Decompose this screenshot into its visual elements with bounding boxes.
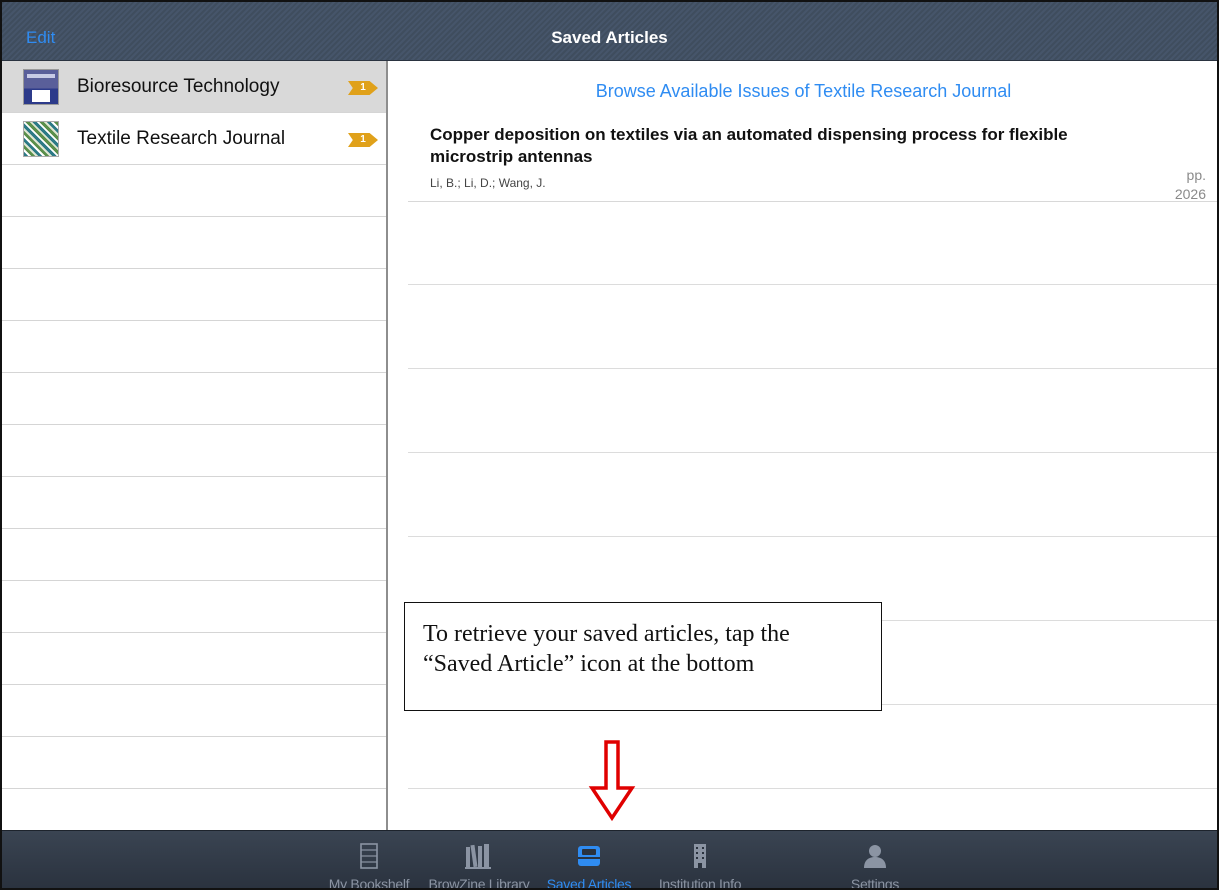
list-separator	[408, 536, 1217, 537]
list-separator	[408, 452, 1217, 453]
tab-browzine-library[interactable]: BrowZine Library	[424, 831, 534, 890]
instruction-callout: To retrieve your saved articles, tap the…	[404, 602, 882, 711]
journal-title: Textile Research Journal	[77, 128, 286, 149]
article-pages-label: pp.	[1186, 167, 1206, 183]
empty-list-row	[2, 217, 386, 269]
tab-label: Institution Info	[658, 876, 742, 890]
tab-my-bookshelf[interactable]: My Bookshelf	[314, 831, 424, 890]
library-icon	[465, 844, 491, 869]
list-separator	[408, 788, 1217, 789]
tab-bar: My Bookshelf BrowZine Library Saved Arti…	[2, 830, 1217, 890]
article-pane: Browse Available Issues of Textile Resea…	[390, 61, 1217, 830]
bookshelf-icon	[360, 843, 378, 869]
nav-bar: Edit Saved Articles	[2, 2, 1217, 61]
empty-list-row	[2, 477, 386, 529]
institution-icon	[694, 844, 706, 868]
article-title: Copper deposition on textiles via an aut…	[430, 125, 1068, 166]
tab-label: My Bookshelf	[328, 876, 410, 890]
app-window: Edit Saved Articles Bioresource Technolo…	[0, 0, 1219, 890]
page-title: Saved Articles	[551, 28, 668, 47]
down-arrow-annotation-icon	[588, 740, 636, 822]
saved-count-badge: 1	[348, 81, 378, 95]
empty-list-row	[2, 321, 386, 373]
article-pages-value: 2026	[1174, 186, 1206, 202]
empty-list-row	[2, 373, 386, 425]
list-separator	[408, 368, 1217, 369]
tab-settings[interactable]: Settings	[820, 831, 930, 890]
settings-icon	[864, 845, 886, 868]
article-authors: Li, B.; Li, D.; Wang, J.	[430, 176, 546, 190]
journal-title: Bioresource Technology	[77, 76, 280, 97]
empty-list-row	[2, 165, 386, 217]
tab-label: Saved Articles	[546, 876, 632, 890]
tab-saved-articles[interactable]: Saved Articles	[534, 831, 644, 890]
tab-label: BrowZine Library	[428, 876, 530, 890]
list-separator	[408, 284, 1217, 285]
saved-article-row[interactable]: Copper deposition on textiles via an aut…	[408, 118, 1217, 202]
browse-issues-link[interactable]: Browse Available Issues of Textile Resea…	[390, 81, 1217, 102]
tab-institution-info[interactable]: Institution Info	[645, 831, 755, 890]
empty-list-row	[2, 425, 386, 477]
empty-list-row	[2, 581, 386, 633]
saved-articles-icon	[578, 846, 600, 866]
empty-list-row	[2, 633, 386, 685]
journal-row-textile-research-journal[interactable]: Textile Research Journal 1	[2, 113, 386, 165]
empty-list-row	[2, 737, 386, 789]
empty-list-row	[2, 269, 386, 321]
saved-count-badge: 1	[348, 133, 378, 147]
tab-label: Settings	[850, 876, 900, 890]
journal-cover-image	[23, 121, 59, 157]
journal-cover-image	[23, 69, 59, 105]
empty-list-row	[2, 529, 386, 581]
empty-list-row	[2, 685, 386, 737]
journal-list: Bioresource Technology 1 Textile Researc…	[2, 61, 388, 830]
journal-row-bioresource-technology[interactable]: Bioresource Technology 1	[2, 61, 386, 113]
